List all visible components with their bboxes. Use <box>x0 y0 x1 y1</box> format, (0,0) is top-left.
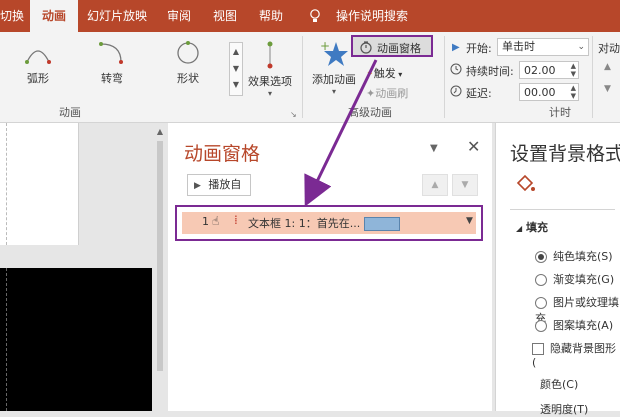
annotation-arrow <box>304 59 378 207</box>
